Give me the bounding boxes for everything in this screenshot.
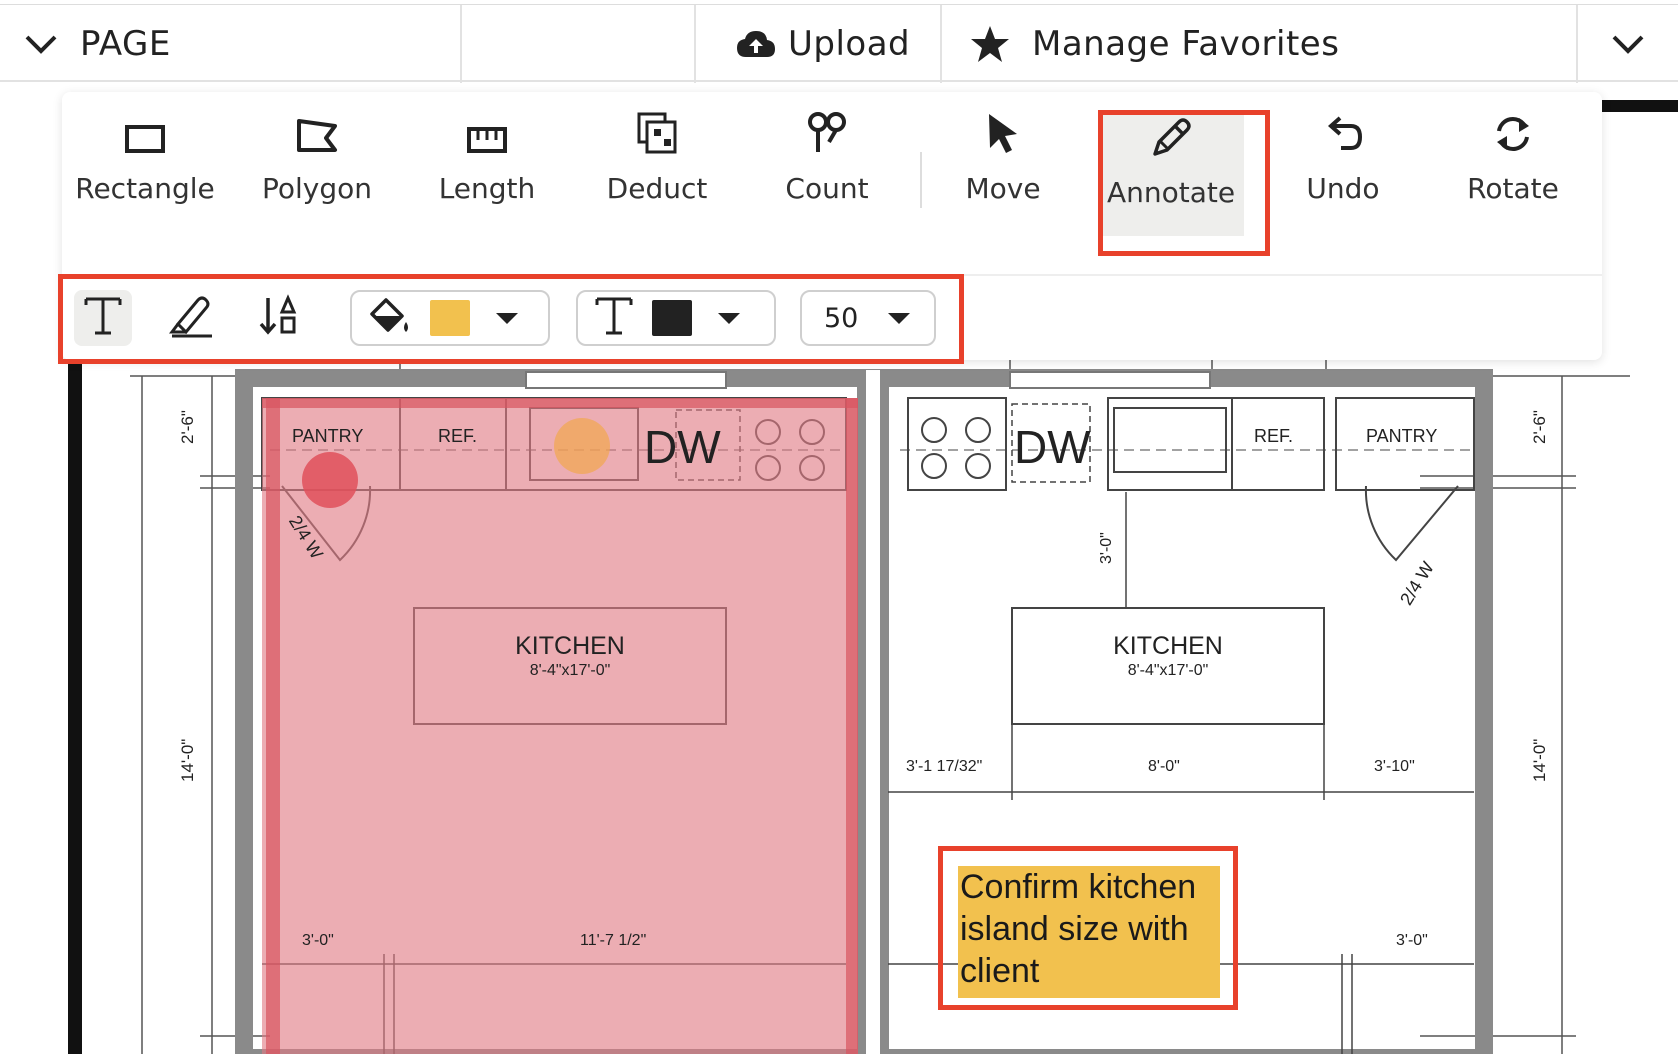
count-marker[interactable] xyxy=(302,452,358,508)
upload-label: Upload xyxy=(788,24,911,64)
dim-top-left: 2'-6" xyxy=(178,410,197,444)
undo-icon xyxy=(1323,116,1363,158)
cloud-upload-icon xyxy=(736,29,776,59)
count-marker[interactable] xyxy=(554,418,610,474)
dim-right-b: 8'-0" xyxy=(1148,758,1180,775)
page-label: PAGE xyxy=(80,24,171,64)
tool-rotate[interactable]: Rotate xyxy=(1438,110,1588,230)
tool-undo[interactable]: Undo xyxy=(1268,110,1418,230)
annotate-highlight-frame xyxy=(1098,110,1270,256)
tool-label: Undo xyxy=(1306,172,1380,205)
tool-count[interactable]: Count xyxy=(752,110,902,230)
ruler-icon xyxy=(466,126,508,158)
star-icon xyxy=(970,25,1010,63)
tool-label: Polygon xyxy=(261,172,373,205)
tool-label: Rectangle xyxy=(75,172,215,205)
ref-label-right: REF. xyxy=(1254,426,1294,446)
tool-length[interactable]: Length xyxy=(412,110,562,230)
dim-right-c: 3'-10" xyxy=(1374,758,1415,775)
deduct-icon xyxy=(637,112,677,158)
kitchen-label: KITCHEN xyxy=(515,632,625,660)
dim-bottom-left-a: 3'-0" xyxy=(302,932,334,949)
pantry-label-right: PANTRY xyxy=(1366,426,1438,446)
dw-label-right: DW xyxy=(1014,421,1091,473)
pantry-label: PANTRY xyxy=(292,426,364,446)
upload-button[interactable]: Upload xyxy=(696,5,942,83)
kitchen-dims: 8'-4"x17'-0" xyxy=(529,662,611,679)
chevron-down-icon xyxy=(24,33,58,55)
toolbar-divider xyxy=(920,152,922,208)
dim-vert-right: 3'-0" xyxy=(1098,532,1115,564)
tool-rectangle[interactable]: Rectangle xyxy=(70,110,220,230)
kitchen-label-right: KITCHEN xyxy=(1113,632,1223,660)
manage-favorites-label: Manage Favorites xyxy=(1032,24,1340,64)
count-icon xyxy=(807,110,847,158)
expand-toolbar-button[interactable] xyxy=(1578,5,1678,83)
tool-polygon[interactable]: Polygon xyxy=(242,110,392,230)
manage-favorites-button[interactable]: Manage Favorites xyxy=(942,5,1578,83)
dim-bottom-left-b: 11'-7 1/2" xyxy=(580,932,647,949)
tool-label: Rotate xyxy=(1467,172,1559,205)
tool-label: Move xyxy=(965,172,1041,205)
top-bar: PAGE Upload Manage Favorites xyxy=(0,4,1678,83)
page-selector[interactable]: PAGE xyxy=(0,5,462,83)
tool-label: Deduct xyxy=(606,172,708,205)
tool-move[interactable]: Move xyxy=(928,110,1078,230)
ref-label: REF. xyxy=(438,426,478,446)
dim-bottom-right: 3'-0" xyxy=(1396,932,1428,949)
kitchen-dims-right: 8'-4"x17'-0" xyxy=(1127,662,1209,679)
tool-label: Length xyxy=(438,172,536,205)
tool-deduct[interactable]: Deduct xyxy=(582,110,732,230)
cursor-icon xyxy=(986,112,1020,158)
dim-side-right: 14'-0" xyxy=(1530,738,1549,782)
dim-right-a: 3'-1 17/32" xyxy=(906,758,983,775)
tool-label: Count xyxy=(785,172,869,205)
chevron-down-icon xyxy=(1611,33,1645,55)
note-highlight-frame xyxy=(938,846,1238,1010)
rectangle-icon xyxy=(124,124,166,158)
rotate-icon xyxy=(1493,114,1533,158)
subtoolbar-highlight-frame xyxy=(58,274,964,364)
dim-side-left: 14'-0" xyxy=(178,738,197,782)
toolbar-spacer xyxy=(462,5,696,83)
dw-label: DW xyxy=(644,421,721,473)
polygon-icon xyxy=(296,118,338,158)
dim-top-right: 2'-6" xyxy=(1530,410,1549,444)
